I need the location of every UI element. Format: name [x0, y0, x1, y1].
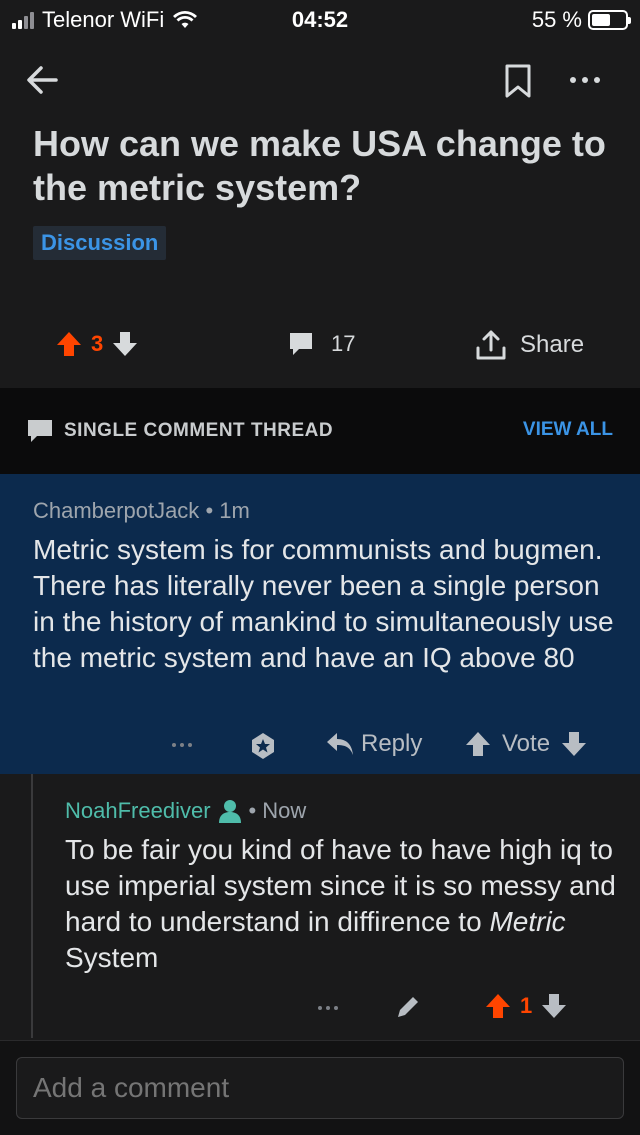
- pencil-icon[interactable]: [393, 992, 423, 1022]
- top-nav: [0, 50, 640, 110]
- downvote-icon[interactable]: [540, 992, 568, 1020]
- vote-label: Vote: [502, 730, 551, 757]
- battery-icon: [588, 10, 631, 30]
- comment-author[interactable]: ChamberpotJack: [33, 498, 199, 523]
- thread-bar: SINGLE COMMENT THREAD VIEW ALL: [0, 388, 640, 474]
- reply-text-italic: Metric: [489, 906, 566, 937]
- upvote-icon[interactable]: [464, 730, 492, 758]
- status-right: 55 %: [531, 7, 631, 33]
- reply-button[interactable]: Reply: [325, 730, 422, 758]
- share-label: Share: [520, 331, 585, 358]
- user-icon: [218, 800, 241, 823]
- comment-actions: Reply Vote: [0, 726, 640, 766]
- status-bar: Telenor WiFi 04:52 55 %: [0, 0, 640, 40]
- award-icon[interactable]: [247, 730, 279, 762]
- reply-meta: NoahFreediver • Now: [65, 798, 306, 824]
- back-arrow-icon[interactable]: [22, 60, 62, 100]
- share-button[interactable]: Share: [474, 328, 584, 362]
- more-icon[interactable]: [318, 1006, 338, 1010]
- downvote-icon[interactable]: [111, 330, 139, 358]
- post-actions: 3 17 Share: [0, 322, 640, 372]
- comment-meta: ChamberpotJack • 1m: [33, 498, 250, 524]
- meta-separator: •: [248, 798, 257, 823]
- comment-icon: [28, 420, 52, 442]
- thread-label-text: SINGLE COMMENT THREAD: [64, 420, 334, 441]
- reply-actions: 1: [0, 990, 640, 1026]
- battery-fill: [592, 14, 610, 26]
- reply-age: Now: [262, 798, 307, 823]
- comments-button[interactable]: 17: [287, 330, 355, 358]
- reply-text-end: System: [65, 942, 159, 973]
- comment-age: 1m: [219, 498, 250, 523]
- thread-label: SINGLE COMMENT THREAD: [26, 418, 333, 444]
- reply-score: 1: [520, 993, 533, 1018]
- post-title[interactable]: How can we make USA change to the metric…: [33, 122, 613, 210]
- share-icon: [476, 330, 506, 360]
- comment-composer: [0, 1040, 640, 1135]
- upvote-icon[interactable]: [55, 330, 83, 358]
- upvote-icon[interactable]: [484, 992, 512, 1020]
- comment-icon: [290, 333, 312, 355]
- downvote-icon[interactable]: [560, 730, 588, 758]
- meta-separator: •: [205, 498, 214, 523]
- highlighted-comment: ChamberpotJack • 1m Metric system is for…: [0, 474, 640, 774]
- post-flair[interactable]: Discussion: [33, 226, 167, 260]
- comment-count: 17: [331, 331, 356, 356]
- add-comment-input[interactable]: [16, 1057, 624, 1119]
- reply-icon: [327, 733, 353, 755]
- comment-vote-group: Vote: [464, 730, 588, 758]
- more-icon[interactable]: [172, 743, 192, 747]
- bookmark-icon[interactable]: [502, 62, 534, 100]
- battery-percent: 55 %: [531, 7, 582, 32]
- post-vote-group: 3: [55, 330, 139, 358]
- reply-author[interactable]: NoahFreediver: [65, 798, 211, 824]
- more-icon[interactable]: [560, 62, 610, 98]
- reply-label: Reply: [361, 730, 423, 757]
- reply-body: To be fair you kind of have to have high…: [65, 832, 625, 976]
- comment-body: Metric system is for communists and bugm…: [33, 534, 614, 673]
- view-all-link[interactable]: VIEW ALL: [523, 419, 613, 441]
- reply-vote-group: 1: [484, 992, 568, 1020]
- post-score: 3: [91, 331, 104, 356]
